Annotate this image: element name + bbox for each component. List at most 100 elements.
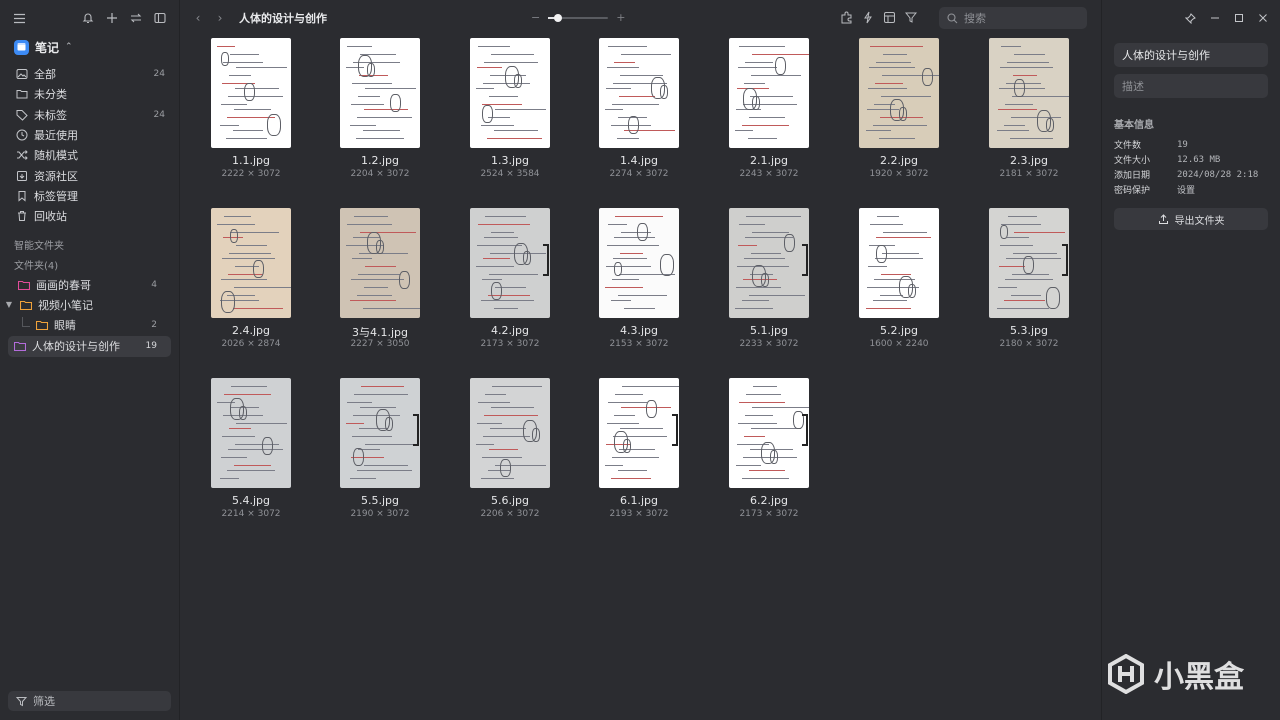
export-folder-button[interactable]: 导出文件夹 [1114,208,1268,230]
file-name: 3与4.1.jpg [351,326,408,339]
thumbnail-image[interactable] [470,38,550,148]
thumbnail-item[interactable]: 4.3.jpg 2153 × 3072 [584,208,694,358]
thumbnail-image[interactable] [599,378,679,488]
zoom-in-icon[interactable]: + [616,11,625,24]
folder-name-value: 人体的设计与创作 [1122,49,1210,62]
thumbnail-image[interactable] [859,208,939,318]
description-placeholder: 描述 [1122,80,1144,93]
zoom-slider[interactable] [548,13,609,22]
search-input[interactable] [964,11,1074,25]
folder-name-field[interactable]: 人体的设计与创作 [1114,43,1268,67]
thumbnail-item[interactable]: 5.2.jpg 1600 × 2240 [844,208,954,358]
thumbnail-image[interactable] [989,208,1069,318]
plugin-icon[interactable] [840,11,853,24]
zoom-slider-knob[interactable] [553,13,562,22]
filter-icon[interactable] [905,11,917,24]
thumbnail-item[interactable]: 1.3.jpg 2524 × 3584 [455,38,565,188]
smart-folders-title[interactable]: 智能文件夹 [0,234,179,254]
pin-icon[interactable] [1185,12,1196,24]
sidebar-item-7[interactable]: 回收站 [0,206,179,226]
thumbnail-item[interactable]: 1.2.jpg 2204 × 3072 [325,38,435,188]
thumbnail-image[interactable] [211,38,291,148]
thumbnail-image[interactable] [729,38,809,148]
menu-icon[interactable] [12,11,26,25]
description-field[interactable]: 描述 [1114,74,1268,98]
filter-label: 筛选 [33,695,55,708]
thumbnail-image[interactable] [729,208,809,318]
add-icon[interactable] [105,11,119,25]
folder-item-huahua[interactable]: 画画的春哥 4 [0,274,171,294]
thumbnail-item[interactable]: 5.4.jpg 2214 × 3072 [196,378,306,528]
library-switcher[interactable]: 笔记 ⌃ [0,36,179,58]
thumbnail-item[interactable]: 1.1.jpg 2222 × 3072 [196,38,306,188]
sidebar-item-6[interactable]: 标签管理 [0,186,179,206]
thumbnail-item[interactable]: 5.6.jpg 2206 × 3072 [455,378,565,528]
thumbnail-item[interactable]: 2.3.jpg 2181 × 3072 [974,38,1084,188]
thumbnail-item[interactable]: 2.4.jpg 2026 × 2874 [196,208,306,358]
thumbnail-image[interactable] [470,208,550,318]
thumbnail-item[interactable]: 5.3.jpg 2180 × 3072 [974,208,1084,358]
back-arrow-icon[interactable]: ‹ [191,11,205,25]
layout-icon[interactable] [883,11,896,24]
maximize-icon[interactable] [1234,13,1244,23]
thumbnail-item[interactable]: 3与4.1.jpg 2227 × 3050 [325,208,435,358]
folder-label: 画画的春哥 [36,278,91,292]
thumbnail-image[interactable] [211,208,291,318]
folder-item-eyes[interactable]: 眼睛 2 [0,315,171,335]
thumbnail-image[interactable] [599,38,679,148]
thumbnail-image[interactable] [599,208,679,318]
lightning-icon[interactable] [862,11,874,24]
sidebar-item-5[interactable]: 资源社区 [0,165,179,185]
filter-button[interactable]: 筛选 [8,691,171,711]
search-box[interactable] [939,7,1087,29]
file-dimensions: 2227 × 3050 [350,339,410,349]
sidebar-item-label: 最近使用 [34,129,78,143]
sidebar-item-4[interactable]: 随机模式 [0,145,179,165]
thumbnail-item[interactable]: 4.2.jpg 2173 × 3072 [455,208,565,358]
file-name: 5.5.jpg [360,494,399,507]
thumbnail-image[interactable] [340,378,420,488]
bell-icon[interactable] [81,11,95,25]
sidebar-item-0[interactable]: 全部 24 [0,64,179,84]
sidebar-item-2[interactable]: 未标签 24 [0,105,179,125]
thumbnail-image[interactable] [470,378,550,488]
inspector-panel: 人体的设计与创作 描述 基本信息 文件数 19 文件大小 12.63 MB 添加日期 20… [1101,0,1280,720]
thumbnail-image[interactable] [859,38,939,148]
file-name: 4.2.jpg [490,324,529,337]
thumbnail-item[interactable]: 2.1.jpg 2243 × 3072 [714,38,824,188]
thumbnail-image[interactable] [989,38,1069,148]
file-dimensions: 2181 × 3072 [999,169,1059,179]
minimize-icon[interactable] [1210,13,1220,23]
thumbnail-image[interactable] [211,378,291,488]
watermark-text: 小黑盒 [1154,660,1244,695]
binder-clip [543,244,549,276]
community-icon [16,170,28,182]
thumbnail-image[interactable] [729,378,809,488]
thumbnail-item[interactable]: 5.1.jpg 2233 × 3072 [714,208,824,358]
folder-item-body-design[interactable]: 人体的设计与创作 19 [8,336,171,357]
sidebar-item-3[interactable]: 最近使用 [0,125,179,145]
zoom-out-icon[interactable]: − [531,11,540,24]
sidebar-toggle-icon[interactable] [153,11,167,25]
folders-title[interactable]: 文件夹(4) [0,254,179,274]
info-key: 文件数 [1114,141,1142,151]
info-value[interactable]: 设置 [1177,183,1195,196]
thumbnail-item[interactable]: 6.2.jpg 2173 × 3072 [714,378,824,528]
sidebar-item-1[interactable]: 未分类 [0,84,179,104]
thumbnail-item[interactable]: 1.4.jpg 2274 × 3072 [584,38,694,188]
thumbnail-image[interactable] [340,38,420,148]
forward-arrow-icon[interactable]: › [213,11,227,25]
close-icon[interactable] [1258,13,1268,23]
caret-down-icon[interactable]: ▼ [4,300,14,309]
folder-item-video-notes[interactable]: ▼ 视频小笔记 [0,295,171,315]
folder-count: 2 [151,320,157,331]
file-name: 6.1.jpg [619,494,658,507]
library-name: 笔记 [35,40,60,55]
file-name: 5.3.jpg [1009,324,1048,337]
swap-icon[interactable] [129,11,143,25]
thumbnail-item[interactable]: 6.1.jpg 2193 × 3072 [584,378,694,528]
thumbnail-item[interactable]: 2.2.jpg 1920 × 3072 [844,38,954,188]
file-dimensions: 2233 × 3072 [739,339,799,349]
thumbnail-image[interactable] [340,208,420,318]
thumbnail-item[interactable]: 5.5.jpg 2190 × 3072 [325,378,435,528]
